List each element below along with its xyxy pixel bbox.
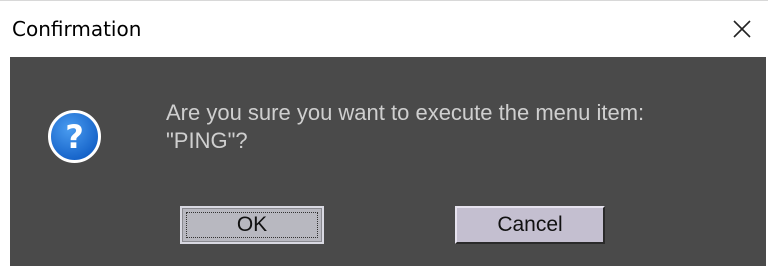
svg-text:?: ? <box>65 118 84 156</box>
question-icon: ? <box>48 110 101 163</box>
confirmation-dialog: Confirmation ? Are you sure you want to … <box>0 0 768 273</box>
ok-button-label: OK <box>236 213 268 236</box>
confirmation-message: Are you sure you want to execute the men… <box>166 99 756 155</box>
ok-button[interactable]: OK <box>180 206 324 244</box>
window-left-border <box>0 57 10 266</box>
cancel-button-label: Cancel <box>497 213 563 236</box>
message-line-2: "PING"? <box>166 128 248 153</box>
message-line-1: Are you sure you want to execute the men… <box>166 100 645 125</box>
close-button[interactable] <box>716 1 768 57</box>
window-title: Confirmation <box>12 17 142 41</box>
close-icon <box>733 20 751 38</box>
window-bottom-border <box>0 266 768 273</box>
title-bar: Confirmation <box>0 0 768 57</box>
dialog-body: ? Are you sure you want to execute the m… <box>10 57 766 266</box>
cancel-button[interactable]: Cancel <box>455 206 605 244</box>
